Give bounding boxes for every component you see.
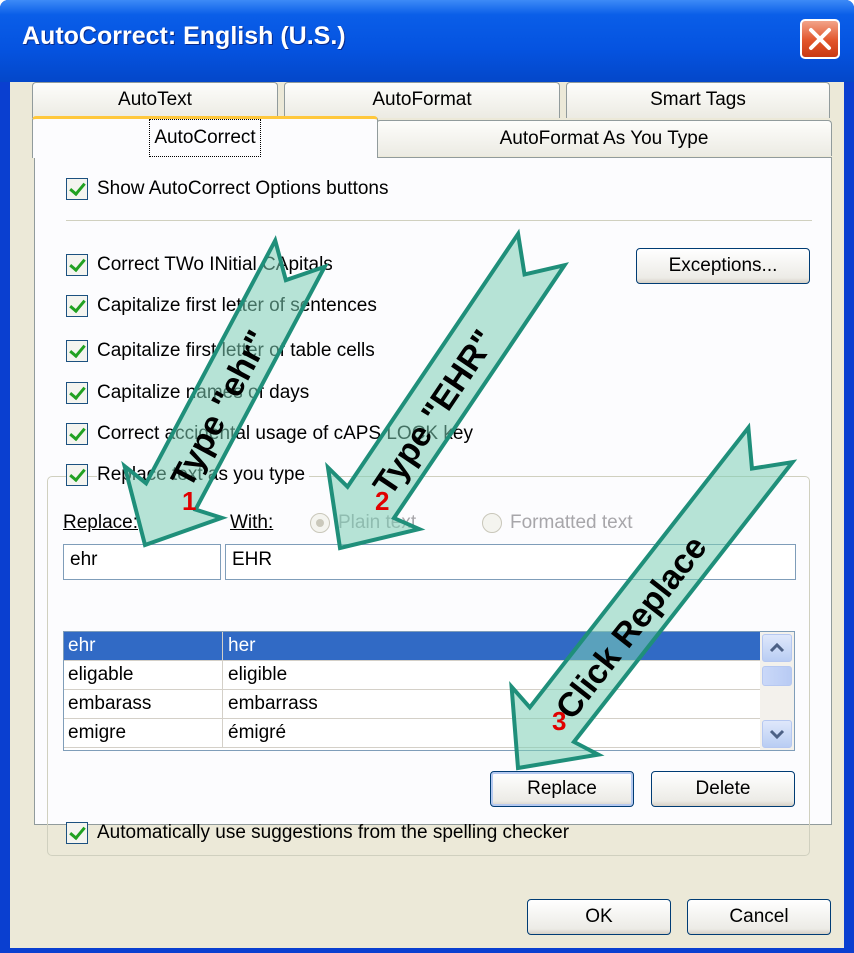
replace-input[interactable]: ehr <box>63 544 221 580</box>
annotation-number-1: 1 <box>182 486 197 516</box>
tab-autoformat[interactable]: AutoFormat <box>284 82 560 118</box>
entry-from: emigre <box>68 722 127 743</box>
scroll-up-button[interactable] <box>762 634 792 662</box>
replace-label: Replace: <box>63 512 138 533</box>
tab-smart-tags[interactable]: Smart Tags <box>566 82 830 118</box>
entry-from: embarass <box>68 693 152 714</box>
divider <box>66 220 812 221</box>
formatted-text-label: Formatted text <box>510 512 633 533</box>
show-options-checkbox[interactable] <box>66 178 88 200</box>
autocorrect-entries-list[interactable]: ehr her eligable eligible embarass embar… <box>63 631 795 751</box>
cap-days-checkbox[interactable] <box>66 382 88 404</box>
two-initial-caps-label: Correct TWo INitial CApitals <box>97 254 333 275</box>
list-scrollbar[interactable] <box>760 632 794 750</box>
tab-label: Smart Tags <box>650 89 746 110</box>
tab-autocorrect[interactable]: AutoCorrect <box>32 116 378 158</box>
entry-from: ehr <box>68 635 96 656</box>
window-title: AutoCorrect: English (U.S.) <box>22 22 346 50</box>
formatted-text-radio[interactable] <box>482 513 502 533</box>
entry-to: embarrass <box>228 693 318 714</box>
close-icon <box>809 28 831 50</box>
use-suggestions-checkbox[interactable] <box>66 822 88 844</box>
tab-autotext[interactable]: AutoText <box>32 82 278 118</box>
column-divider <box>222 690 223 719</box>
title-bar[interactable]: AutoCorrect: English (U.S.) <box>0 0 854 82</box>
with-label: With: <box>230 512 274 533</box>
entry-from: eligable <box>68 664 134 685</box>
exceptions-button[interactable]: Exceptions... <box>636 248 810 284</box>
cap-days-label: Capitalize names of days <box>97 382 310 403</box>
chevron-down-icon <box>769 729 785 740</box>
entry-to: her <box>228 635 256 656</box>
tab-label: AutoCorrect <box>149 119 261 157</box>
annotation-number-2: 2 <box>375 486 390 516</box>
replace-as-type-label: Replace text as you type <box>97 464 310 486</box>
list-item[interactable]: ehr her <box>64 632 760 661</box>
ok-button[interactable]: OK <box>527 899 671 935</box>
column-divider <box>222 661 223 690</box>
tab-label: AutoText <box>118 89 192 110</box>
tab-label: AutoFormat <box>372 89 472 110</box>
tab-autoformat-as-you-type[interactable]: AutoFormat As You Type <box>376 120 832 156</box>
cap-first-cells-label: Capitalize first letter of table cells <box>97 340 375 361</box>
caps-lock-checkbox[interactable] <box>66 423 88 445</box>
list-item[interactable]: embarass embarrass <box>64 690 760 719</box>
list-item[interactable]: emigre émigré <box>64 719 760 748</box>
tab-label: AutoFormat As You Type <box>499 128 709 149</box>
with-input[interactable]: EHR <box>225 544 796 580</box>
column-divider <box>222 719 223 748</box>
close-button[interactable] <box>800 19 840 59</box>
chevron-up-icon <box>769 642 785 653</box>
entry-to: eligible <box>228 664 288 685</box>
cap-first-sentences-label: Capitalize first letter of sentences <box>97 295 377 316</box>
replace-button[interactable]: Replace <box>490 771 634 807</box>
cancel-button[interactable]: Cancel <box>687 899 831 935</box>
scroll-thumb[interactable] <box>762 666 792 686</box>
plain-text-radio[interactable] <box>310 513 330 533</box>
cap-first-sentences-checkbox[interactable] <box>66 295 88 317</box>
column-divider <box>222 632 223 661</box>
replace-as-type-checkbox[interactable] <box>66 464 88 486</box>
use-suggestions-label: Automatically use suggestions from the s… <box>97 822 570 843</box>
annotation-number-3: 3 <box>552 706 567 736</box>
show-options-label: Show AutoCorrect Options buttons <box>97 178 389 199</box>
entry-to: émigré <box>228 722 287 743</box>
scroll-down-button[interactable] <box>762 720 792 748</box>
delete-button[interactable]: Delete <box>651 771 795 807</box>
list-item[interactable]: eligable eligible <box>64 661 760 690</box>
two-initial-caps-checkbox[interactable] <box>66 254 88 276</box>
cap-first-cells-checkbox[interactable] <box>66 340 88 362</box>
caps-lock-label: Correct accidental usage of cAPS LOCK ke… <box>97 423 473 444</box>
